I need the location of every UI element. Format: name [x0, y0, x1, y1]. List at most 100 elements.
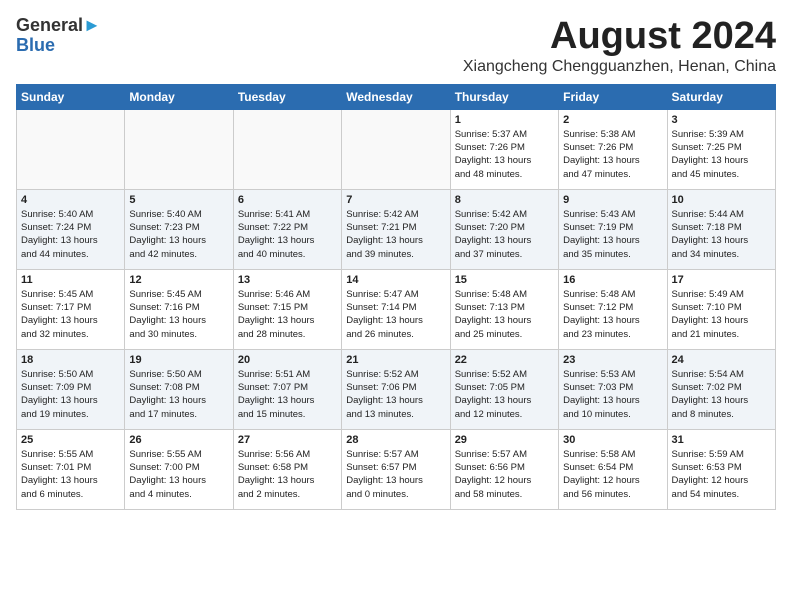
day-number: 23: [563, 354, 662, 366]
day-details: Sunrise: 5:58 AM Sunset: 6:54 PM Dayligh…: [563, 448, 662, 501]
day-number: 11: [21, 274, 120, 286]
calendar-cell: 18 Sunrise: 5:50 AM Sunset: 7:09 PM Dayli…: [17, 349, 125, 429]
calendar-cell: 29 Sunrise: 5:57 AM Sunset: 6:56 PM Dayli…: [450, 429, 558, 509]
calendar-cell: 21 Sunrise: 5:52 AM Sunset: 7:06 PM Dayli…: [342, 349, 450, 429]
day-details: Sunrise: 5:59 AM Sunset: 6:53 PM Dayligh…: [672, 448, 771, 501]
calendar-cell: 6 Sunrise: 5:41 AM Sunset: 7:22 PM Daylig…: [233, 189, 341, 269]
week-row-5: 25 Sunrise: 5:55 AM Sunset: 7:01 PM Dayli…: [17, 429, 776, 509]
week-row-1: 1Sunrise: 5:37 AM Sunset: 7:26 PM Daylig…: [17, 109, 776, 189]
logo-line2: Blue: [16, 36, 101, 56]
day-details: Sunrise: 5:48 AM Sunset: 7:13 PM Dayligh…: [455, 288, 554, 341]
day-number: 22: [455, 354, 554, 366]
calendar-cell: [17, 109, 125, 189]
day-details: Sunrise: 5:45 AM Sunset: 7:17 PM Dayligh…: [21, 288, 120, 341]
calendar-cell: [342, 109, 450, 189]
day-details: Sunrise: 5:52 AM Sunset: 7:05 PM Dayligh…: [455, 368, 554, 421]
calendar-cell: 11 Sunrise: 5:45 AM Sunset: 7:17 PM Dayli…: [17, 269, 125, 349]
day-number: 30: [563, 434, 662, 446]
calendar-cell: 2 Sunrise: 5:38 AM Sunset: 7:26 PM Daylig…: [559, 109, 667, 189]
calendar-cell: 20 Sunrise: 5:51 AM Sunset: 7:07 PM Dayli…: [233, 349, 341, 429]
day-details: Sunrise: 5:55 AM Sunset: 7:00 PM Dayligh…: [129, 448, 228, 501]
calendar-cell: 10Sunrise: 5:44 AM Sunset: 7:18 PM Dayli…: [667, 189, 775, 269]
day-details: Sunrise: 5:42 AM Sunset: 7:21 PM Dayligh…: [346, 208, 445, 261]
day-number: 8: [455, 194, 554, 206]
day-details: Sunrise: 5:48 AM Sunset: 7:12 PM Dayligh…: [563, 288, 662, 341]
logo-line1: General►: [16, 16, 101, 36]
day-number: 7: [346, 194, 445, 206]
day-details: Sunrise: 5:55 AM Sunset: 7:01 PM Dayligh…: [21, 448, 120, 501]
day-number: 31: [672, 434, 771, 446]
day-number: 6: [238, 194, 337, 206]
day-number: 4: [21, 194, 120, 206]
day-number: 21: [346, 354, 445, 366]
day-number: 24: [672, 354, 771, 366]
day-number: 9: [563, 194, 662, 206]
header-saturday: Saturday: [667, 84, 775, 109]
calendar-cell: 28 Sunrise: 5:57 AM Sunset: 6:57 PM Dayli…: [342, 429, 450, 509]
calendar-cell: 14 Sunrise: 5:47 AM Sunset: 7:14 PM Dayli…: [342, 269, 450, 349]
day-number: 25: [21, 434, 120, 446]
calendar-cell: 12 Sunrise: 5:45 AM Sunset: 7:16 PM Dayli…: [125, 269, 233, 349]
day-details: Sunrise: 5:38 AM Sunset: 7:26 PM Dayligh…: [563, 128, 662, 181]
header-thursday: Thursday: [450, 84, 558, 109]
day-details: Sunrise: 5:57 AM Sunset: 6:57 PM Dayligh…: [346, 448, 445, 501]
day-details: Sunrise: 5:51 AM Sunset: 7:07 PM Dayligh…: [238, 368, 337, 421]
calendar-cell: 17 Sunrise: 5:49 AM Sunset: 7:10 PM Dayli…: [667, 269, 775, 349]
header-tuesday: Tuesday: [233, 84, 341, 109]
day-number: 17: [672, 274, 771, 286]
calendar-cell: 24 Sunrise: 5:54 AM Sunset: 7:02 PM Dayli…: [667, 349, 775, 429]
calendar-cell: 25 Sunrise: 5:55 AM Sunset: 7:01 PM Dayli…: [17, 429, 125, 509]
day-details: Sunrise: 5:44 AM Sunset: 7:18 PM Dayligh…: [672, 208, 771, 261]
calendar-table: Sunday Monday Tuesday Wednesday Thursday…: [16, 84, 776, 510]
day-details: Sunrise: 5:40 AM Sunset: 7:24 PM Dayligh…: [21, 208, 120, 261]
day-number: 27: [238, 434, 337, 446]
calendar-cell: 26Sunrise: 5:55 AM Sunset: 7:00 PM Dayli…: [125, 429, 233, 509]
day-details: Sunrise: 5:57 AM Sunset: 6:56 PM Dayligh…: [455, 448, 554, 501]
day-number: 2: [563, 114, 662, 126]
calendar-cell: 5Sunrise: 5:40 AM Sunset: 7:23 PM Daylig…: [125, 189, 233, 269]
day-details: Sunrise: 5:40 AM Sunset: 7:23 PM Dayligh…: [129, 208, 228, 261]
header-friday: Friday: [559, 84, 667, 109]
page-header: General► Blue August 2024 Xiangcheng Che…: [16, 16, 776, 76]
day-details: Sunrise: 5:52 AM Sunset: 7:06 PM Dayligh…: [346, 368, 445, 421]
day-number: 13: [238, 274, 337, 286]
calendar-cell: 30 Sunrise: 5:58 AM Sunset: 6:54 PM Dayli…: [559, 429, 667, 509]
calendar-cell: 4 Sunrise: 5:40 AM Sunset: 7:24 PM Daylig…: [17, 189, 125, 269]
day-details: Sunrise: 5:47 AM Sunset: 7:14 PM Dayligh…: [346, 288, 445, 341]
day-details: Sunrise: 5:54 AM Sunset: 7:02 PM Dayligh…: [672, 368, 771, 421]
weekday-header-row: Sunday Monday Tuesday Wednesday Thursday…: [17, 84, 776, 109]
calendar-cell: 27Sunrise: 5:56 AM Sunset: 6:58 PM Dayli…: [233, 429, 341, 509]
day-details: Sunrise: 5:49 AM Sunset: 7:10 PM Dayligh…: [672, 288, 771, 341]
day-number: 28: [346, 434, 445, 446]
calendar-cell: 15Sunrise: 5:48 AM Sunset: 7:13 PM Dayli…: [450, 269, 558, 349]
day-number: 14: [346, 274, 445, 286]
calendar-cell: 8 Sunrise: 5:42 AM Sunset: 7:20 PM Daylig…: [450, 189, 558, 269]
day-number: 12: [129, 274, 228, 286]
calendar-cell: 23Sunrise: 5:53 AM Sunset: 7:03 PM Dayli…: [559, 349, 667, 429]
day-details: Sunrise: 5:42 AM Sunset: 7:20 PM Dayligh…: [455, 208, 554, 261]
day-details: Sunrise: 5:43 AM Sunset: 7:19 PM Dayligh…: [563, 208, 662, 261]
location-subtitle: Xiangcheng Chengguanzhen, Henan, China: [463, 58, 776, 76]
day-number: 29: [455, 434, 554, 446]
calendar-cell: 16Sunrise: 5:48 AM Sunset: 7:12 PM Dayli…: [559, 269, 667, 349]
day-details: Sunrise: 5:46 AM Sunset: 7:15 PM Dayligh…: [238, 288, 337, 341]
calendar-cell: 31 Sunrise: 5:59 AM Sunset: 6:53 PM Dayli…: [667, 429, 775, 509]
day-number: 18: [21, 354, 120, 366]
day-details: Sunrise: 5:50 AM Sunset: 7:08 PM Dayligh…: [129, 368, 228, 421]
logo: General► Blue: [16, 16, 101, 56]
day-number: 1: [455, 114, 554, 126]
day-details: Sunrise: 5:45 AM Sunset: 7:16 PM Dayligh…: [129, 288, 228, 341]
week-row-4: 18 Sunrise: 5:50 AM Sunset: 7:09 PM Dayli…: [17, 349, 776, 429]
calendar-cell: [125, 109, 233, 189]
calendar-cell: 19Sunrise: 5:50 AM Sunset: 7:08 PM Dayli…: [125, 349, 233, 429]
day-details: Sunrise: 5:39 AM Sunset: 7:25 PM Dayligh…: [672, 128, 771, 181]
calendar-cell: 22 Sunrise: 5:52 AM Sunset: 7:05 PM Dayli…: [450, 349, 558, 429]
header-sunday: Sunday: [17, 84, 125, 109]
calendar-cell: 7 Sunrise: 5:42 AM Sunset: 7:21 PM Daylig…: [342, 189, 450, 269]
calendar-cell: [233, 109, 341, 189]
day-number: 20: [238, 354, 337, 366]
day-details: Sunrise: 5:50 AM Sunset: 7:09 PM Dayligh…: [21, 368, 120, 421]
title-block: August 2024 Xiangcheng Chengguanzhen, He…: [463, 16, 776, 76]
header-wednesday: Wednesday: [342, 84, 450, 109]
day-details: Sunrise: 5:41 AM Sunset: 7:22 PM Dayligh…: [238, 208, 337, 261]
